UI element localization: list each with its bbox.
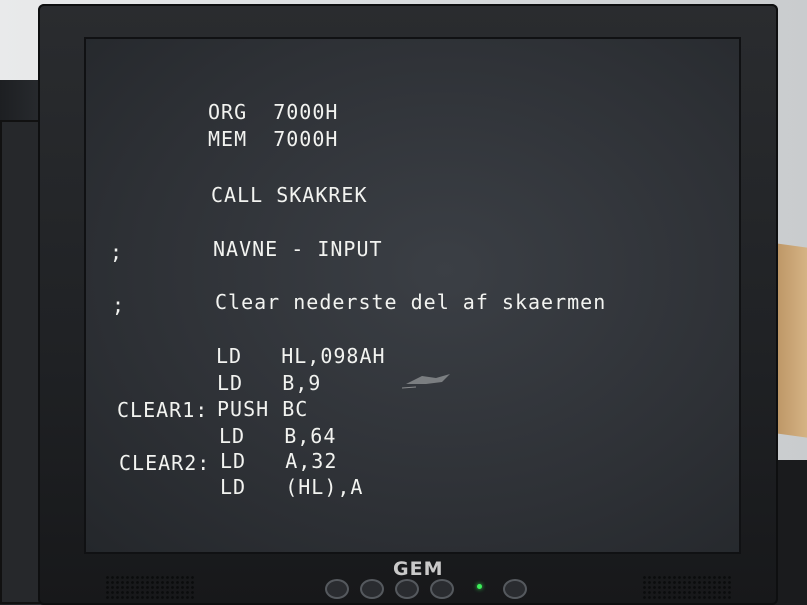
power-button[interactable]: [503, 579, 527, 599]
speaker-grille-right: [642, 575, 732, 601]
code-line-push: PUSH BC: [217, 397, 309, 421]
comment-marker: ;: [112, 293, 126, 317]
brand-logo: GEM: [393, 558, 444, 580]
code-line-ld-b9: LD B,9: [217, 371, 322, 395]
comment-marker: ;: [110, 240, 124, 264]
code-line-mem: MEM 7000H: [208, 127, 339, 151]
code-line-ld-hl: LD HL,098AH: [216, 344, 386, 368]
monitor-button-4[interactable]: [430, 579, 454, 599]
code-line-ld-b64: LD B,64: [219, 424, 337, 448]
speaker-grille-left: [105, 575, 195, 601]
code-line-comment-input: NAVNE - INPUT: [213, 237, 383, 261]
code-line-comment-clear: Clear nederste del af skaermen: [215, 290, 607, 314]
screen-smudge: [402, 374, 450, 389]
power-led: [477, 584, 482, 589]
code-line-ld-hl-a: LD (HL),A: [220, 475, 364, 499]
code-line-call: CALL SKAKREK: [211, 183, 368, 207]
code-line-ld-a32: LD A,32: [220, 449, 338, 473]
label-clear2: CLEAR2:: [119, 451, 211, 475]
monitor-button-1[interactable]: [325, 579, 349, 599]
monitor-button-3[interactable]: [395, 579, 419, 599]
monitor-button-2[interactable]: [360, 579, 384, 599]
code-line-org: ORG 7000H: [208, 100, 339, 124]
label-clear1: CLEAR1:: [117, 398, 209, 422]
